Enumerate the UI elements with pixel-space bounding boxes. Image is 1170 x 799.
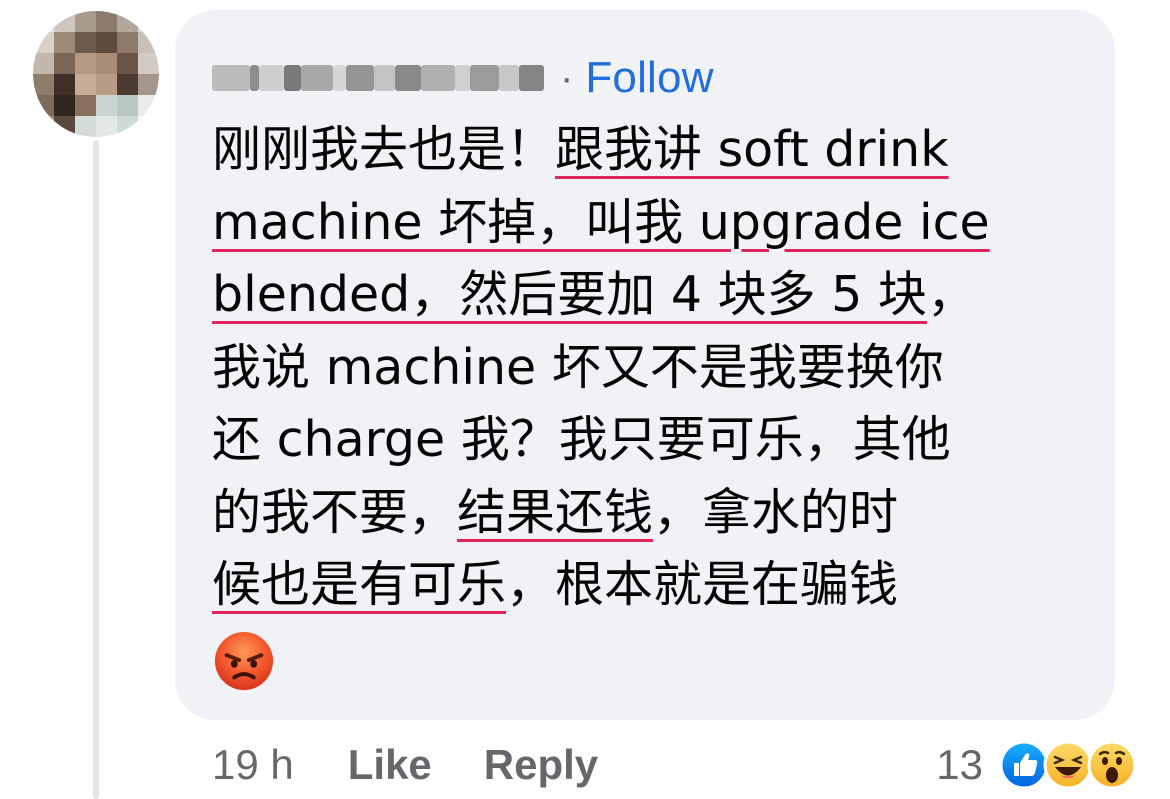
reply-button[interactable]: Reply [484,741,598,789]
underlined-text: 候也是有可乐 [212,556,507,613]
comment-line: 我说 machine 坏又不是我要换你 [212,332,1092,405]
reaction-count: 13 [936,741,983,788]
comment-line: 的我不要，结果还钱，拿水的时 [212,477,1092,550]
comment-line: blended，然后要加 4 块多 5 块， [212,259,1092,332]
avatar[interactable] [33,11,159,137]
wow-reaction-icon [1087,740,1137,790]
comment-line: 还 charge 我？我只要可乐，其他 [212,404,1092,477]
follow-button[interactable]: Follow [585,53,713,103]
thread-line [93,140,99,799]
comment-line: machine 坏掉，叫我 upgrade ice [212,187,1092,260]
like-button[interactable]: Like [348,741,432,789]
haha-reaction-icon [1043,740,1093,790]
reactions-summary[interactable]: 13 [936,735,1137,795]
comment-header: · Follow [212,48,714,108]
comment-line: 候也是有可乐，根本就是在骗钱 [212,549,1092,622]
angry-face-icon [214,631,274,691]
underlined-text: 结果还钱 [457,483,654,541]
underlined-text: blended，然后要加 4 块多 5 块 [212,266,927,323]
author-name-redacted[interactable] [212,63,544,93]
comment-text-segment: 我说 machine 坏又不是我要换你 [212,338,944,396]
comment-text-segment: 还 charge 我？我只要可乐，其他 [212,411,951,468]
comment-text: 刚刚我去也是！跟我讲 soft drink machine 坏掉，叫我 upgra… [212,114,1092,622]
comment-actions: 19 h Like Reply [212,735,598,795]
underlined-text: 跟我讲 soft drink [555,121,949,178]
comment-text-segment: ，根本就是在骗钱 [506,556,899,613]
comment-text-segment: 的我不要， [212,483,458,541]
comment-text-segment: 刚刚我去也是！ [212,121,556,178]
comment-line: 刚刚我去也是！跟我讲 soft drink [212,114,1092,187]
like-reaction-icon [999,740,1049,790]
timestamp[interactable]: 19 h [212,741,294,789]
reaction-icons [999,740,1137,790]
underlined-text: machine 坏掉，叫我 upgrade ice [212,193,990,251]
comment-text-segment: ，拿水的时 [653,483,899,541]
separator-dot: · [560,56,574,100]
comment-text-segment: ， [926,266,976,323]
